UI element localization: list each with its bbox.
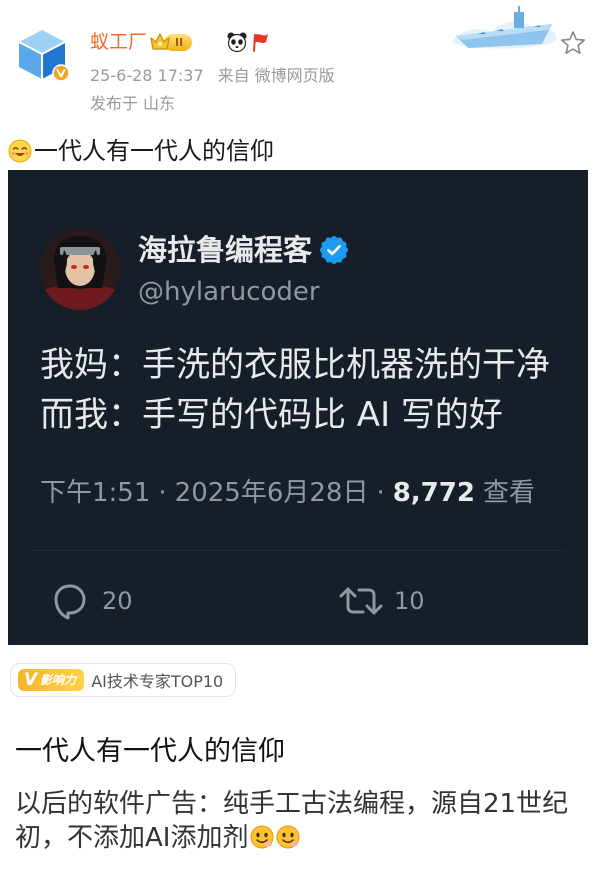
influence-label: AI技术专家TOP10 [91, 672, 224, 691]
post-source[interactable]: 微博网页版 [255, 66, 335, 85]
post-headline: 一代人有一代人的信仰 [34, 137, 274, 165]
orange-verified-icon [52, 64, 70, 82]
article-title: 一代人有一代人的信仰 [15, 736, 285, 767]
tweet-screenshot-image[interactable]: 海拉鲁编程客 @hylarucoder 我妈：手洗的衣服比机器洗的干净 而我：手… [8, 170, 588, 645]
location-prefix: 发布于 [90, 94, 139, 113]
grin-emoji-icon [276, 825, 300, 849]
tweet-text-line: 而我：手写的代码比 AI 写的好 [40, 395, 503, 435]
meta-separator: · [158, 478, 167, 508]
source-prefix: 来自 [217, 66, 250, 85]
meta-separator: · [376, 478, 385, 508]
tweet-time: 下午1:51 [40, 478, 151, 508]
smile-emoji-icon [8, 139, 32, 163]
tweet-text-line: 我妈：手洗的衣服比机器洗的干净 [40, 345, 550, 385]
reply-icon [54, 584, 86, 620]
reply-count: 20 [102, 587, 133, 615]
post-location: 发布于 山东 [90, 94, 175, 113]
member-level-badge[interactable]: II [149, 31, 193, 53]
influence-tag-text: 影响力 [40, 673, 77, 687]
article-body-line: 以后的软件广告：纯手工古法编程，源自21世纪 [15, 789, 568, 819]
retweet-count: 10 [394, 587, 425, 615]
panda-icon [227, 32, 247, 53]
post-timestamp[interactable]: 25-6-28 17:37 [90, 66, 204, 85]
influence-tag: V 影响力 [18, 669, 85, 691]
aircraft-carrier-sticker [452, 6, 557, 49]
blue-verified-icon [320, 236, 349, 264]
article-body-line: 初，不添加AI添加剂 [15, 823, 300, 853]
crown-icon [150, 33, 170, 50]
article-body-text: 初，不添加AI添加剂 [15, 823, 249, 853]
tweet-author-name: 海拉鲁编程客 [138, 233, 313, 267]
star-icon[interactable] [560, 30, 586, 56]
influence-badge[interactable]: V 影响力 AI技术专家TOP10 [10, 663, 237, 697]
tweet-author-avatar [40, 230, 120, 310]
post-meta: 25-6-28 17:37 来自 微博网页版 [90, 66, 335, 85]
influence-tag-letter: V [24, 670, 38, 690]
tweet-author-handle: @hylarucoder [138, 277, 320, 307]
tweet-view-count: 8,772 [392, 478, 475, 508]
tweet-meta: 下午1:51 · 2025年6月28日 · 8,772 查看 [40, 478, 535, 508]
red-flag-icon [253, 34, 268, 52]
article-body-text: 以后的软件广告：纯手工古法编程，源自21世纪 [15, 789, 569, 819]
author-name[interactable]: 蚁工厂 [90, 31, 147, 53]
tweet-divider [32, 550, 564, 551]
retweet-icon [339, 587, 383, 615]
location-name: 山东 [143, 94, 176, 113]
tweet-view-label: 查看 [482, 478, 535, 508]
tweet-author-row: 海拉鲁编程客 [138, 233, 349, 267]
tweet-date: 2025年6月28日 [174, 478, 369, 508]
grin-emoji-icon [250, 825, 274, 849]
